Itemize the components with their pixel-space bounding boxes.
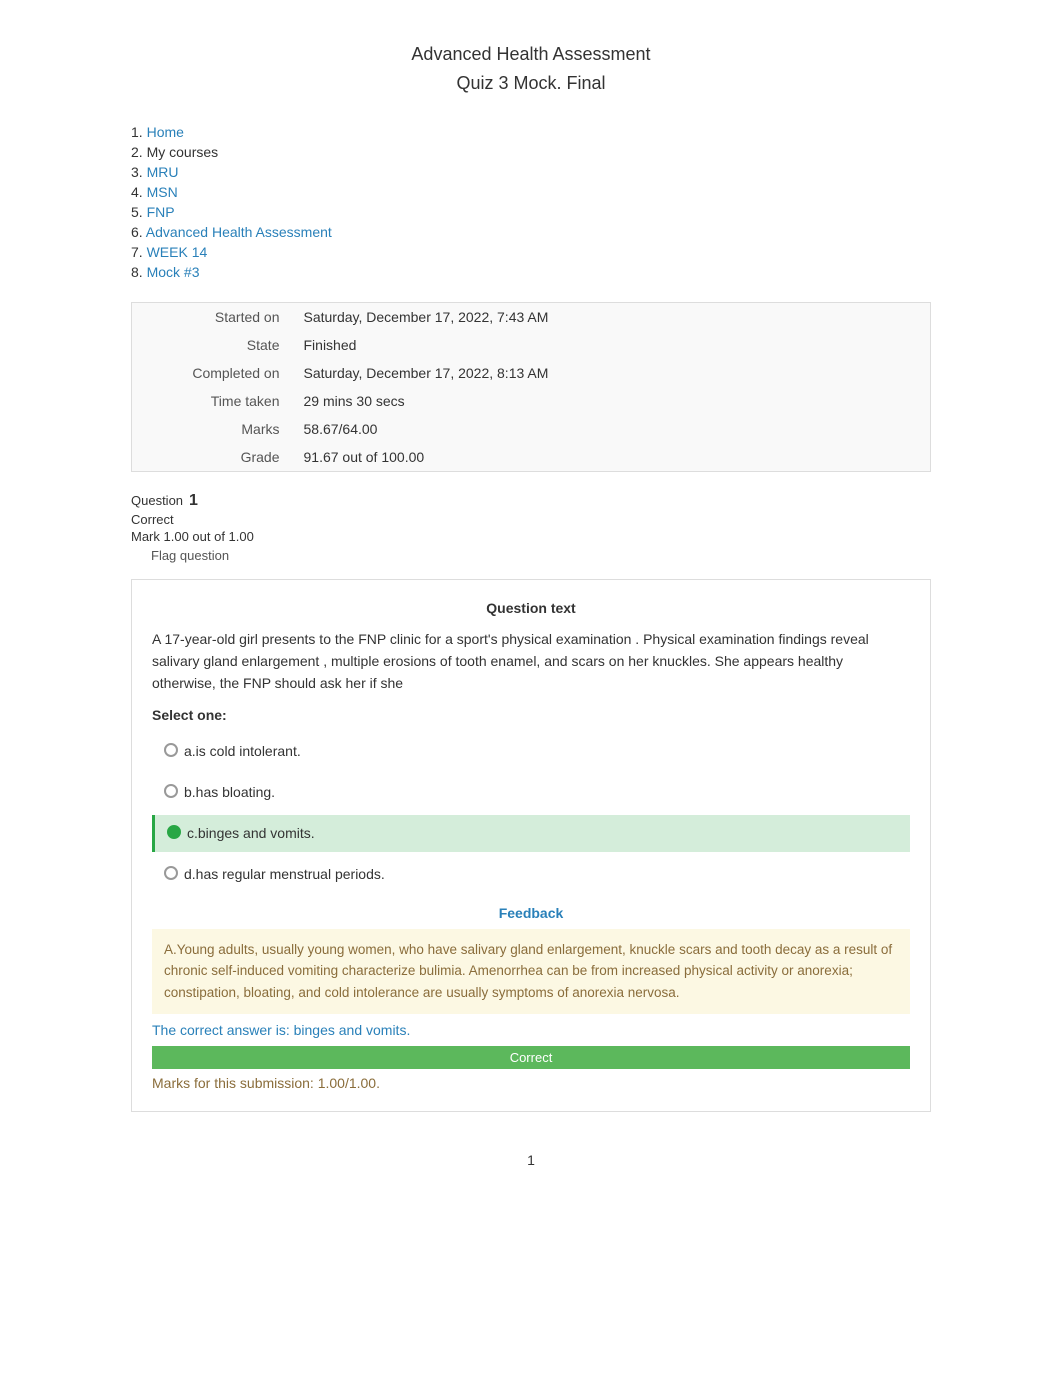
breadcrumb-item[interactable]: 6. Advanced Health Assessment [131,222,931,242]
breadcrumb-link[interactable]: Mock #3 [147,264,200,280]
answer-option[interactable]: d.has regular menstrual periods. [152,856,910,893]
breadcrumb-item: 2. My courses [131,142,931,162]
answer-option[interactable]: a.is cold intolerant. [152,733,910,770]
breadcrumb-item[interactable]: 1. Home [131,122,931,142]
correct-answer-line: The correct answer is: binges and vomits… [152,1022,910,1038]
question-header: Question 1 Correct Mark 1.00 out of 1.00 [131,492,931,544]
feedback-section: Feedback A.Young adults, usually young w… [152,905,910,1091]
breadcrumb-link[interactable]: MRU [147,164,179,180]
info-label: State [132,331,292,359]
breadcrumb-item[interactable]: 3. MRU [131,162,931,182]
option-indicator [164,866,178,880]
breadcrumb-link[interactable]: MSN [147,184,178,200]
question-text-title: Question text [152,600,910,616]
info-label: Completed on [132,359,292,387]
breadcrumb-text: My courses [147,144,219,160]
info-label: Started on [132,302,292,331]
option-label: a.is cold intolerant. [184,741,301,762]
select-one-label: Select one: [152,707,910,723]
info-value: Saturday, December 17, 2022, 8:13 AM [292,359,931,387]
flag-question-label: Flag question [151,548,229,563]
breadcrumb-link[interactable]: WEEK 14 [147,244,208,260]
title-line2: Quiz 3 Mock. Final [456,73,605,93]
title-line1: Advanced Health Assessment [411,44,650,64]
info-row: Time taken 29 mins 30 secs [132,387,931,415]
breadcrumb-link[interactable]: Home [147,124,184,140]
info-value: Saturday, December 17, 2022, 7:43 AM [292,302,931,331]
option-label: c.binges and vomits. [187,823,315,844]
answer-option[interactable]: c.binges and vomits. [152,815,910,852]
question-box: Question text A 17-year-old girl present… [131,579,931,1112]
option-label: d.has regular menstrual periods. [184,864,385,885]
info-row: Completed on Saturday, December 17, 2022… [132,359,931,387]
question-number: 1 [189,492,198,510]
correct-banner: Correct [152,1046,910,1069]
question-label: Question [131,493,183,508]
info-row: Marks 58.67/64.00 [132,415,931,443]
info-row: Grade 91.67 out of 100.00 [132,443,931,472]
marks-submission: Marks for this submission: 1.00/1.00. [152,1075,910,1091]
quiz-info-table: Started on Saturday, December 17, 2022, … [131,302,931,472]
breadcrumb-link[interactable]: Advanced Health Assessment [146,224,332,240]
option-indicator [164,784,178,798]
page-wrapper: Advanced Health Assessment Quiz 3 Mock. … [101,20,961,1188]
breadcrumb-link[interactable]: FNP [147,204,175,220]
breadcrumb: 1. Home2. My courses3. MRU4. MSN5. FNP6.… [131,122,931,282]
breadcrumb-item[interactable]: 5. FNP [131,202,931,222]
option-indicator [164,743,178,757]
info-label: Time taken [132,387,292,415]
question-mark: Mark 1.00 out of 1.00 [131,529,931,544]
question-status: Correct [131,512,931,527]
info-row: State Finished [132,331,931,359]
option-indicator [167,825,181,839]
info-label: Marks [132,415,292,443]
pagination: 1 [131,1152,931,1168]
info-value: 91.67 out of 100.00 [292,443,931,472]
breadcrumb-item[interactable]: 4. MSN [131,182,931,202]
pagination-current: 1 [527,1152,535,1168]
info-value: Finished [292,331,931,359]
option-label: b.has bloating. [184,782,275,803]
page-title: Advanced Health Assessment Quiz 3 Mock. … [131,40,931,98]
info-row: Started on Saturday, December 17, 2022, … [132,302,931,331]
options-container: a.is cold intolerant. b.has bloating. c.… [152,733,910,893]
question-body: A 17-year-old girl presents to the FNP c… [152,628,910,695]
feedback-body: A.Young adults, usually young women, who… [152,929,910,1014]
answer-option[interactable]: b.has bloating. [152,774,910,811]
breadcrumb-item[interactable]: 7. WEEK 14 [131,242,931,262]
info-label: Grade [132,443,292,472]
info-value: 29 mins 30 secs [292,387,931,415]
flag-question[interactable]: Flag question [151,548,931,563]
feedback-title: Feedback [152,905,910,921]
breadcrumb-item[interactable]: 8. Mock #3 [131,262,931,282]
info-value: 58.67/64.00 [292,415,931,443]
